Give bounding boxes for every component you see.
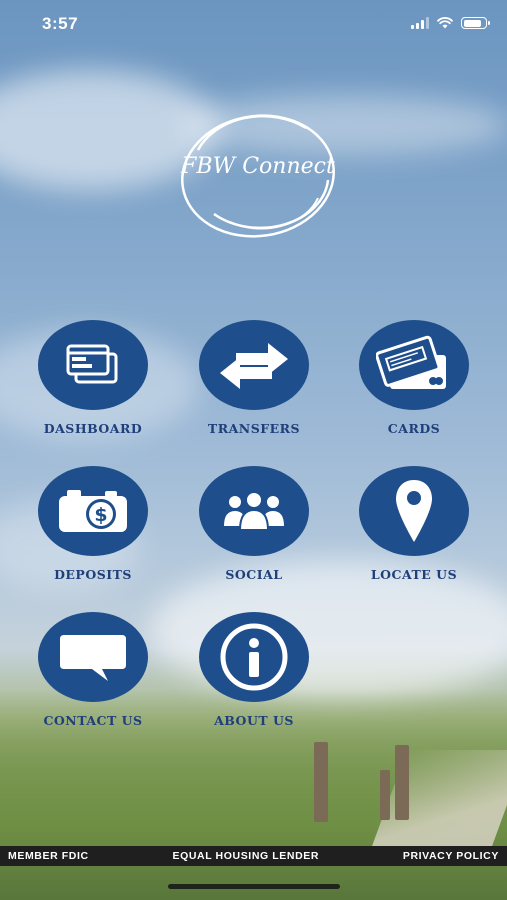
member-fdic-link[interactable]: MEMBER FDIC — [8, 850, 89, 862]
chat-bubble-icon — [60, 635, 126, 681]
cards-icon — [376, 335, 446, 389]
status-bar: 3:57 — [0, 0, 507, 50]
status-time: 3:57 — [42, 14, 79, 33]
dashboard-icon — [66, 344, 118, 384]
info-icon — [220, 623, 288, 691]
deposits-label: DEPOSITS — [54, 567, 132, 582]
battery-icon — [461, 17, 490, 29]
about-us-button[interactable]: ABOUT US — [179, 612, 329, 728]
privacy-policy-link[interactable]: PRIVACY POLICY — [403, 850, 499, 862]
cards-button[interactable]: CARDS — [339, 320, 489, 436]
logo-text: FBW Connect — [181, 154, 335, 179]
deposits-button[interactable]: $ DEPOSITS — [18, 466, 168, 582]
cellular-signal-icon — [411, 17, 429, 29]
dashboard-button[interactable]: DASHBOARD — [18, 320, 168, 436]
about-us-label: ABOUT US — [214, 713, 294, 728]
svg-text:$: $ — [94, 504, 107, 526]
social-people-icon — [224, 491, 284, 531]
transfers-button[interactable]: TRANSFERS — [179, 320, 329, 436]
status-icons — [411, 17, 490, 29]
locate-us-label: LOCATE US — [370, 567, 458, 582]
transfers-icon — [220, 343, 288, 389]
cards-label: CARDS — [387, 421, 441, 436]
transfers-label: TRANSFERS — [207, 421, 301, 436]
contact-us-label: CONTACT US — [43, 713, 143, 728]
locate-us-button[interactable]: LOCATE US — [339, 466, 489, 582]
wifi-icon — [437, 17, 453, 29]
map-pin-icon — [396, 480, 432, 542]
footer-bar: MEMBER FDIC EQUAL HOUSING LENDER PRIVACY… — [0, 846, 507, 866]
dashboard-label: DASHBOARD — [43, 421, 143, 436]
contact-us-button[interactable]: CONTACT US — [18, 612, 168, 728]
home-indicator[interactable] — [168, 884, 340, 889]
social-label: SOCIAL — [225, 567, 283, 582]
social-button[interactable]: SOCIAL — [179, 466, 329, 582]
fbw-connect-logo: FBW Connect — [178, 110, 338, 245]
deposits-camera-icon: $ — [59, 490, 127, 532]
equal-housing-lender-link[interactable]: EQUAL HOUSING LENDER — [172, 850, 319, 862]
